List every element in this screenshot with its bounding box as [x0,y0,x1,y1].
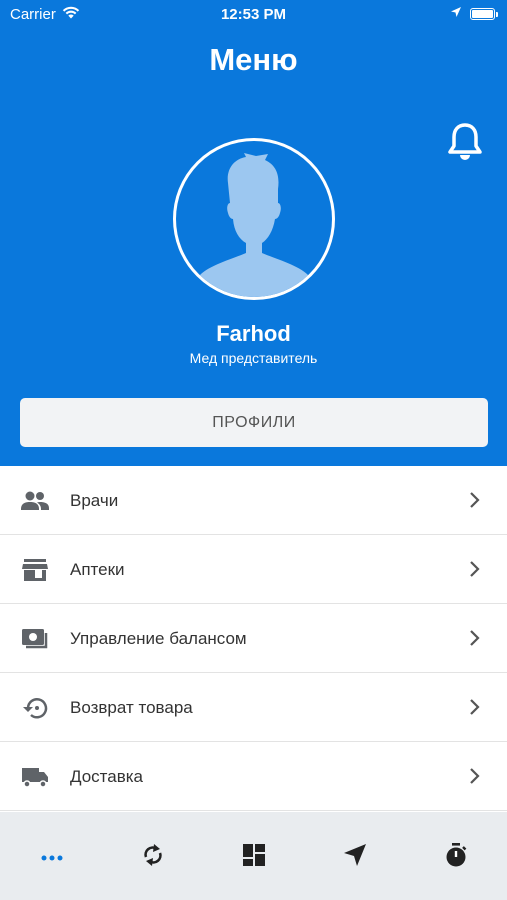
status-time: 12:53 PM [220,6,287,23]
store-icon [21,557,49,583]
chevron-right-icon [469,491,481,509]
user-role: Мед представитель [189,350,318,366]
status-bar: Carrier 12:53 PM [0,0,507,28]
avatar[interactable] [173,138,335,300]
menu-item-balance[interactable]: Управление балансом [0,604,507,673]
sync-icon [141,842,165,873]
location-arrow-icon [450,5,462,22]
tab-dashboard[interactable] [239,842,269,872]
page-title: Меню [209,42,298,77]
chevron-right-icon [469,767,481,785]
menu-item-label: Управление балансом [70,629,247,648]
truck-icon [21,764,49,790]
dashboard-icon [242,843,266,872]
people-icon [21,488,49,514]
menu-item-label: Возврат товара [70,698,193,717]
navigation-icon [343,843,367,872]
menu-item-label: Врачи [70,491,119,510]
menu-item-returns[interactable]: Возврат товара [0,673,507,742]
profile-button[interactable]: ПРОФИЛИ [20,398,488,447]
restore-icon [21,695,49,721]
tab-bar [0,812,507,900]
menu-item-doctors[interactable]: Врачи [0,466,507,535]
timer-icon [444,842,468,873]
more-icon [41,848,63,866]
battery-icon [470,7,498,20]
tab-sync[interactable] [138,842,168,872]
chevron-right-icon [469,698,481,716]
tab-navigation[interactable] [340,842,370,872]
bell-icon[interactable] [447,122,483,162]
menu-item-label: Доставка [70,767,144,786]
menu-item-delivery[interactable]: Доставка [0,742,507,811]
money-icon [21,626,49,652]
chevron-right-icon [469,560,481,578]
menu-item-label: Аптеки [70,560,125,579]
chevron-right-icon [469,629,481,647]
header: Carrier 12:53 PM Меню Farhod Мед предста… [0,0,507,466]
tab-timer[interactable] [441,842,471,872]
tab-more[interactable] [37,842,67,872]
menu-item-pharmacies[interactable]: Аптеки [0,535,507,604]
menu-list: Врачи Аптеки Управление балансом Возврат… [0,466,507,811]
user-name: Farhod [216,321,291,346]
